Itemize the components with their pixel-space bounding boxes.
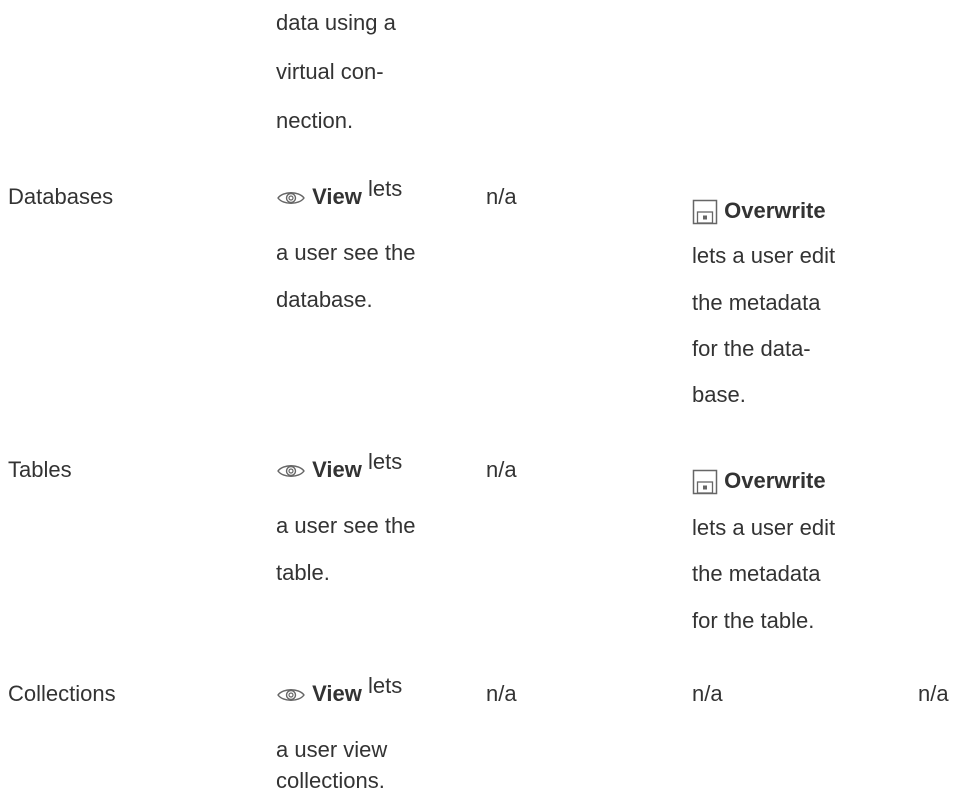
view-desc-line: table. bbox=[276, 560, 330, 585]
permissions-table: data using a virtual con- nection. Datab… bbox=[0, 0, 961, 798]
overwrite-desc-line: the metadata bbox=[692, 290, 821, 315]
view-desc-line: a user see the bbox=[276, 240, 416, 265]
intro-line: virtual con- bbox=[276, 59, 384, 84]
save-icon bbox=[692, 469, 718, 495]
row-name-collections: Collections bbox=[8, 681, 116, 706]
eye-icon bbox=[276, 462, 306, 480]
eye-icon bbox=[276, 686, 306, 704]
view-label: View bbox=[312, 681, 362, 706]
intro-line: data using a bbox=[276, 10, 396, 35]
row-name-databases: Databases bbox=[8, 184, 114, 209]
view-desc-line: a user see the bbox=[276, 513, 416, 538]
overwrite-label: Overwrite bbox=[724, 198, 826, 223]
save-icon bbox=[692, 199, 718, 225]
view-permission: View lets bbox=[276, 451, 402, 483]
overwrite-desc-line: base. bbox=[692, 382, 746, 407]
view-desc-line: collections. bbox=[276, 768, 385, 793]
view-desc-line: a user view bbox=[276, 737, 388, 762]
overwrite-desc-line: the metadata bbox=[692, 561, 821, 586]
cell-na: n/a bbox=[486, 184, 517, 209]
view-permission: View lets bbox=[276, 178, 402, 210]
cell-na: n/a bbox=[486, 681, 517, 706]
view-label: View bbox=[312, 457, 362, 482]
cell-na: n/a bbox=[692, 681, 723, 706]
view-suffix: lets bbox=[368, 449, 403, 474]
overwrite-permission: Overwrite bbox=[692, 468, 826, 495]
overwrite-desc-line: for the table. bbox=[692, 608, 815, 633]
view-label: View bbox=[312, 184, 362, 209]
view-suffix: lets bbox=[368, 176, 403, 201]
overwrite-desc-line: lets a user edit bbox=[692, 243, 836, 268]
overwrite-desc-line: lets a user edit bbox=[692, 515, 836, 540]
view-suffix: lets bbox=[368, 673, 403, 698]
cell-na: n/a bbox=[486, 457, 517, 482]
view-desc-line: database. bbox=[276, 287, 373, 312]
cell-na: n/a bbox=[918, 681, 949, 706]
row-name-tables: Tables bbox=[8, 457, 72, 482]
overwrite-permission: Overwrite bbox=[692, 198, 826, 225]
overwrite-desc-line: for the data- bbox=[692, 336, 811, 361]
intro-line: nection. bbox=[276, 108, 354, 133]
view-permission: View lets bbox=[276, 675, 402, 707]
eye-icon bbox=[276, 189, 306, 207]
overwrite-label: Overwrite bbox=[724, 468, 826, 493]
